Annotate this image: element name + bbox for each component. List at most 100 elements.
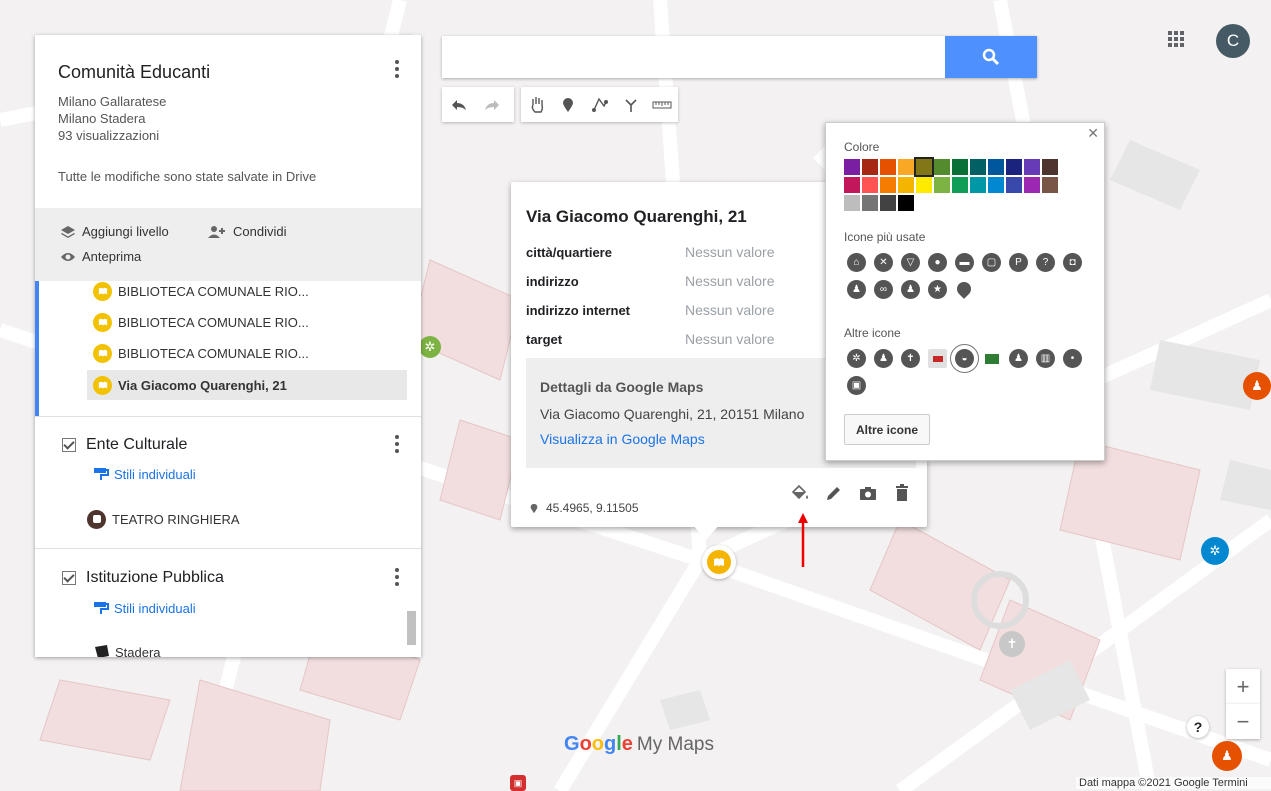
question-icon[interactable]: ? [1036, 253, 1055, 272]
color-swatch[interactable] [970, 159, 986, 175]
map-options-icon[interactable] [390, 57, 404, 81]
feature-item[interactable]: BIBLIOTECA COMUNALE RIO... [93, 338, 309, 368]
color-swatch[interactable] [914, 157, 934, 177]
account-avatar[interactable]: C [1216, 24, 1250, 58]
map-marker-red-bottom[interactable]: ▣ [510, 775, 526, 791]
camera-icon[interactable]: ◘ [1063, 253, 1082, 272]
color-swatch[interactable] [844, 195, 860, 211]
color-swatch[interactable] [862, 195, 878, 211]
feature-item[interactable]: Stadera [93, 637, 161, 657]
color-swatch[interactable] [916, 177, 932, 193]
zoom-in-button[interactable]: + [1226, 669, 1260, 704]
color-swatch[interactable] [844, 159, 860, 175]
share-button[interactable]: Condividi [207, 224, 286, 239]
circle-dot-icon[interactable]: • [1063, 349, 1082, 368]
museum-icon[interactable]: ▥ [1036, 349, 1055, 368]
star-icon[interactable]: ★ [928, 280, 947, 299]
pin-icon[interactable] [954, 279, 974, 299]
bar-icon[interactable]: ▽ [901, 253, 920, 272]
add-layer-button[interactable]: Aggiungi livello [60, 224, 169, 239]
edit-button[interactable] [823, 482, 845, 504]
map-title[interactable]: Comunità Educanti [58, 62, 210, 83]
feature-item[interactable]: BIBLIOTECA COMUNALE RIO... [93, 276, 309, 306]
color-swatch[interactable] [1024, 159, 1040, 175]
theater-icon[interactable]: ▣ [847, 376, 866, 395]
map-marker-selected[interactable] [702, 545, 736, 579]
bed-icon[interactable]: ▬ [955, 253, 974, 272]
color-swatch[interactable] [898, 159, 914, 175]
feature-item[interactable]: TEATRO RINGHIERA [87, 504, 240, 534]
view-in-google-maps-link[interactable]: Visualizza in Google Maps [540, 431, 705, 447]
color-swatch[interactable] [934, 177, 950, 193]
snowflake-icon[interactable]: ✲ [847, 349, 866, 368]
directions-button[interactable] [615, 87, 646, 122]
preview-button[interactable]: Anteprima [60, 249, 141, 264]
layer-options-icon[interactable] [390, 432, 404, 456]
add-marker-button[interactable] [552, 87, 583, 122]
home-icon[interactable]: ⌂ [847, 253, 866, 272]
color-swatch[interactable] [1006, 159, 1022, 175]
color-swatch[interactable] [952, 177, 968, 193]
map-marker-blue[interactable]: ✲ [1201, 537, 1229, 565]
feature-item[interactable]: BIBLIOTECA COMUNALE RIO... [93, 307, 309, 337]
family-icon[interactable]: ♟ [874, 349, 893, 368]
layer-header[interactable]: Istituzione Pubblica [62, 569, 224, 587]
panel-scrollbar[interactable] [407, 611, 416, 645]
search-button[interactable] [945, 36, 1037, 78]
color-swatch[interactable] [898, 177, 914, 193]
layer-checkbox[interactable] [62, 571, 76, 585]
color-swatch[interactable] [988, 159, 1004, 175]
style-button[interactable] [789, 482, 811, 504]
map-marker-orange[interactable]: ♟ [1243, 372, 1271, 400]
layers-list[interactable]: BIBLIOTECA COMUNALE RIO... BIBLIOTECA CO… [35, 281, 421, 657]
library-icon[interactable]: ◒ [950, 344, 979, 373]
search-input[interactable] [442, 36, 956, 78]
map-marker-orange-bottom[interactable]: ♟ [1212, 741, 1242, 771]
color-swatch[interactable] [862, 177, 878, 193]
color-swatch[interactable] [952, 159, 968, 175]
measure-button[interactable] [647, 87, 678, 122]
close-icon[interactable]: ✕ [1087, 125, 1099, 142]
cross-icon[interactable]: ✝ [901, 349, 920, 368]
add-photo-button[interactable] [857, 482, 879, 504]
layer-options-icon[interactable] [390, 565, 404, 589]
layer-header[interactable]: Ente Culturale [62, 436, 187, 454]
speech-icon[interactable]: ● [928, 253, 947, 272]
color-swatch[interactable] [844, 177, 860, 193]
bicycle-icon[interactable]: ∞ [874, 280, 893, 299]
color-swatch[interactable] [1042, 177, 1058, 193]
color-swatch[interactable] [934, 159, 950, 175]
layer-style-link[interactable]: Stili individuali [93, 466, 196, 482]
more-icons-button[interactable]: Altre icone [844, 414, 931, 445]
help-button[interactable]: ? [1187, 716, 1209, 738]
classroom-icon[interactable] [982, 349, 1001, 368]
color-swatch[interactable] [862, 159, 878, 175]
undo-button[interactable] [442, 87, 475, 122]
layer-style-link[interactable]: Stili individuali [93, 600, 196, 616]
shopping-icon[interactable]: ▢ [982, 253, 1001, 272]
delete-button[interactable] [891, 482, 913, 504]
select-tool-button[interactable] [521, 87, 552, 122]
hiking-icon[interactable]: ♟ [847, 280, 866, 299]
redo-button[interactable] [475, 87, 508, 122]
restaurant-icon[interactable]: ✕ [874, 253, 893, 272]
color-swatch[interactable] [1024, 177, 1040, 193]
school-icon[interactable] [928, 349, 947, 368]
zoom-out-button[interactable]: − [1226, 704, 1260, 739]
map-marker-grey[interactable]: ✝ [999, 631, 1025, 657]
color-swatch[interactable] [880, 177, 896, 193]
hands-icon[interactable]: ♟ [1009, 349, 1028, 368]
color-swatch[interactable] [880, 159, 896, 175]
map-attribution[interactable]: Dati mappa ©2021 Google Termini [1076, 777, 1271, 789]
draw-line-button[interactable] [584, 87, 615, 122]
feature-item-selected[interactable]: Via Giacomo Quarenghi, 21 [87, 370, 407, 400]
apps-grid-icon[interactable] [1168, 31, 1184, 47]
color-swatch[interactable] [970, 177, 986, 193]
color-swatch[interactable] [988, 177, 1004, 193]
color-swatch[interactable] [880, 195, 896, 211]
layer-checkbox[interactable] [62, 438, 76, 452]
running-icon[interactable]: ♟ [901, 280, 920, 299]
map-marker-green[interactable]: ✲ [419, 336, 441, 358]
color-swatch[interactable] [1042, 159, 1058, 175]
color-swatch[interactable] [1006, 177, 1022, 193]
